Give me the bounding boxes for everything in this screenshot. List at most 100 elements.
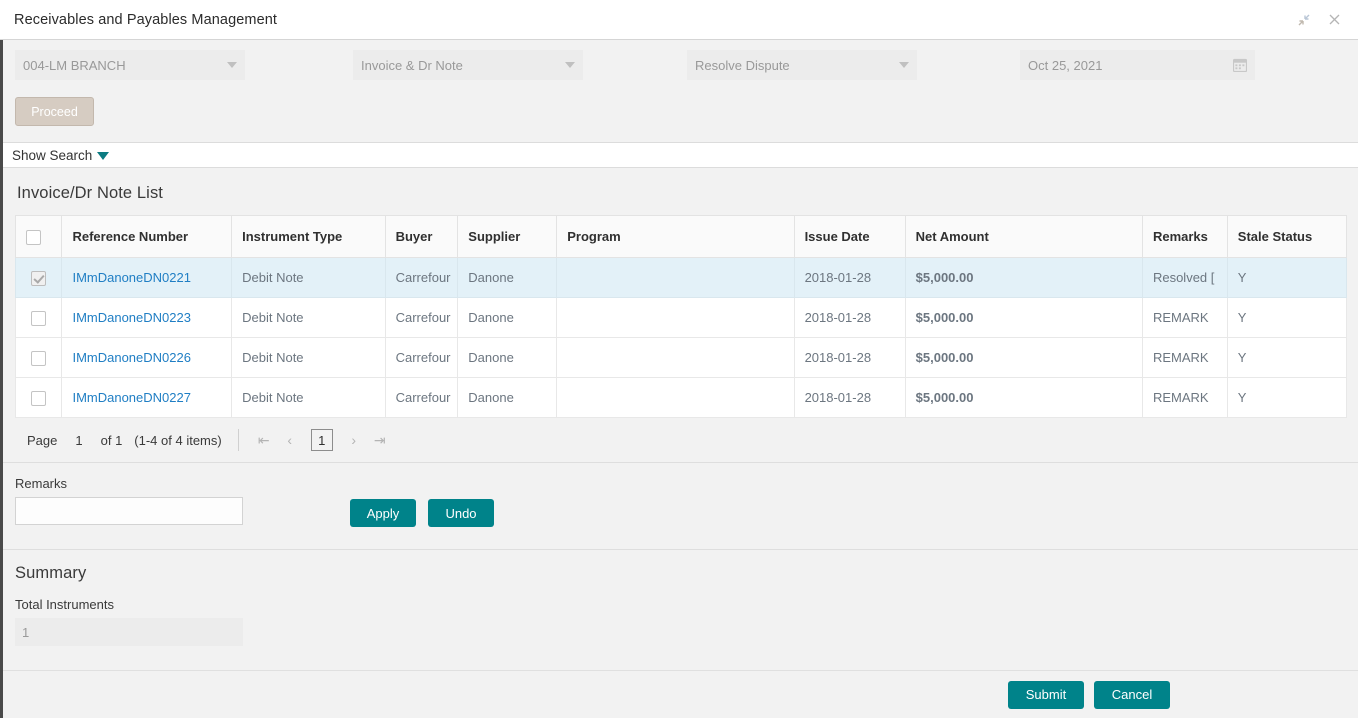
cancel-button[interactable]: Cancel bbox=[1094, 680, 1170, 709]
reference-number-link[interactable]: IMmDanoneDN0226 bbox=[72, 350, 191, 365]
list-title: Invoice/Dr Note List bbox=[17, 184, 163, 202]
cell-reference-number: IMmDanoneDN0226 bbox=[61, 337, 233, 378]
page-body: 004-LM BRANCH Invoice & Dr Note Resolve … bbox=[0, 40, 1358, 718]
column-header-issue-date[interactable]: Issue Date bbox=[793, 215, 906, 258]
cell-reference-number: IMmDanoneDN0223 bbox=[61, 297, 233, 338]
undo-button[interactable]: Undo bbox=[428, 499, 494, 527]
cell-remarks: REMARK bbox=[1141, 297, 1228, 338]
date-value: Oct 25, 2021 bbox=[1028, 57, 1103, 73]
cell-instrument-type: Debit Note bbox=[231, 297, 386, 338]
branch-value: 004-LM BRANCH bbox=[23, 57, 126, 73]
instrument-type-value: Invoice & Dr Note bbox=[361, 57, 463, 73]
column-header-remarks[interactable]: Remarks bbox=[1141, 215, 1228, 258]
pagination-page-number: 1 bbox=[75, 432, 83, 448]
action-value: Resolve Dispute bbox=[695, 57, 790, 73]
invoice-list-panel: Invoice/Dr Note List Reference Number In… bbox=[3, 168, 1358, 462]
row-select-cell bbox=[14, 377, 63, 418]
next-page-icon[interactable]: › bbox=[341, 428, 367, 452]
chevron-down-icon bbox=[565, 62, 575, 68]
table-body: IMmDanoneDN0221 Debit Note Carrefour Danone… bbox=[14, 257, 1348, 418]
window-title-bar: Receivables and Payables Management bbox=[0, 0, 1358, 40]
cell-buyer: Carrefour bbox=[384, 257, 459, 298]
triangle-down-icon bbox=[97, 152, 110, 160]
cell-issue-date: 2018-01-28 bbox=[793, 257, 906, 298]
row-select-cell bbox=[14, 297, 63, 338]
reference-number-link[interactable]: IMmDanoneDN0221 bbox=[72, 270, 191, 285]
cell-program bbox=[556, 377, 795, 418]
column-header-stale-status[interactable]: Stale Status bbox=[1226, 215, 1348, 258]
column-header-program[interactable]: Program bbox=[556, 215, 795, 258]
summary-section: Summary Total Instruments bbox=[3, 550, 1358, 670]
show-search-label: Show Search bbox=[12, 147, 93, 163]
date-field[interactable]: Oct 25, 2021 bbox=[1020, 50, 1255, 80]
submit-button[interactable]: Submit bbox=[1008, 680, 1084, 709]
row-checkbox[interactable] bbox=[31, 270, 47, 286]
select-all-header bbox=[14, 215, 63, 258]
proceed-button[interactable]: Proceed bbox=[15, 97, 94, 126]
window-controls bbox=[1296, 12, 1346, 28]
instrument-type-dropdown[interactable]: Invoice & Dr Note bbox=[353, 50, 583, 80]
close-icon[interactable] bbox=[1326, 12, 1342, 28]
last-page-icon[interactable]: ⇥ bbox=[367, 428, 393, 452]
table-row[interactable]: IMmDanoneDN0221 Debit Note Carrefour Danone… bbox=[14, 257, 1348, 298]
column-header-net-amount[interactable]: Net Amount bbox=[904, 215, 1143, 258]
cell-program bbox=[556, 257, 795, 298]
summary-title: Summary bbox=[15, 564, 87, 582]
column-header-reference-number[interactable]: Reference Number bbox=[61, 215, 233, 258]
cell-stale-status: Y bbox=[1226, 257, 1348, 298]
row-checkbox[interactable] bbox=[31, 390, 47, 406]
action-dropdown[interactable]: Resolve Dispute bbox=[687, 50, 917, 80]
show-search-toggle[interactable]: Show Search bbox=[3, 142, 1358, 168]
chevron-down-icon bbox=[227, 62, 237, 68]
cell-stale-status: Y bbox=[1226, 377, 1348, 418]
filter-bar: 004-LM BRANCH Invoice & Dr Note Resolve … bbox=[3, 40, 1358, 142]
remarks-label: Remarks bbox=[15, 476, 68, 491]
table-header: Reference Number Instrument Type Buyer S… bbox=[14, 215, 1348, 258]
cell-remarks: Resolved [ bbox=[1141, 257, 1228, 298]
cell-instrument-type: Debit Note bbox=[231, 257, 386, 298]
column-header-instrument-type[interactable]: Instrument Type bbox=[231, 215, 386, 258]
branch-dropdown[interactable]: 004-LM BRANCH bbox=[15, 50, 245, 80]
table-row[interactable]: IMmDanoneDN0226 Debit Note Carrefour Danone… bbox=[14, 337, 1348, 378]
remarks-input[interactable] bbox=[15, 497, 243, 525]
filter-fields-row: 004-LM BRANCH Invoice & Dr Note Resolve … bbox=[15, 40, 1358, 96]
column-header-buyer[interactable]: Buyer bbox=[384, 215, 459, 258]
remarks-section: Remarks Apply Undo bbox=[3, 463, 1358, 549]
cell-stale-status: Y bbox=[1226, 337, 1348, 378]
row-checkbox[interactable] bbox=[31, 310, 47, 326]
reference-number-link[interactable]: IMmDanoneDN0223 bbox=[72, 310, 191, 325]
select-all-checkbox[interactable] bbox=[26, 229, 41, 245]
cell-issue-date: 2018-01-28 bbox=[793, 377, 906, 418]
pagination-divider bbox=[237, 429, 239, 451]
cell-net-amount: $5,000.00 bbox=[904, 297, 1143, 338]
reference-number-link[interactable]: IMmDanoneDN0227 bbox=[72, 390, 191, 405]
cell-supplier: Danone bbox=[457, 257, 558, 298]
cell-buyer: Carrefour bbox=[384, 377, 459, 418]
table-header-row: Reference Number Instrument Type Buyer S… bbox=[14, 215, 1348, 258]
apply-button[interactable]: Apply bbox=[350, 499, 416, 527]
cell-program bbox=[556, 297, 795, 338]
cell-buyer: Carrefour bbox=[384, 297, 459, 338]
collapse-arrows-icon[interactable] bbox=[1296, 12, 1312, 28]
proceed-row: Proceed bbox=[15, 96, 1358, 142]
row-checkbox[interactable] bbox=[31, 350, 47, 366]
total-instruments-value bbox=[15, 618, 243, 646]
prev-page-icon[interactable]: ‹ bbox=[277, 428, 303, 452]
row-select-cell bbox=[14, 337, 63, 378]
cell-issue-date: 2018-01-28 bbox=[793, 337, 906, 378]
cell-program bbox=[556, 337, 795, 378]
pagination-of-label: of 1 bbox=[100, 432, 123, 448]
table-row[interactable]: IMmDanoneDN0227 Debit Note Carrefour Danone… bbox=[14, 377, 1348, 418]
cell-remarks: REMARK bbox=[1141, 337, 1228, 378]
column-header-supplier[interactable]: Supplier bbox=[457, 215, 558, 258]
footer-actions: Submit Cancel bbox=[3, 670, 1358, 718]
cell-instrument-type: Debit Note bbox=[231, 337, 386, 378]
total-instruments-label: Total Instruments bbox=[15, 597, 114, 612]
cell-remarks: REMARK bbox=[1141, 377, 1228, 418]
table-row[interactable]: IMmDanoneDN0223 Debit Note Carrefour Danone… bbox=[14, 297, 1348, 338]
first-page-icon[interactable]: ⇤ bbox=[251, 428, 277, 452]
calendar-icon[interactable] bbox=[1233, 58, 1247, 72]
cell-issue-date: 2018-01-28 bbox=[793, 297, 906, 338]
pagination-current-page[interactable]: 1 bbox=[310, 429, 333, 451]
row-select-cell bbox=[14, 257, 63, 298]
